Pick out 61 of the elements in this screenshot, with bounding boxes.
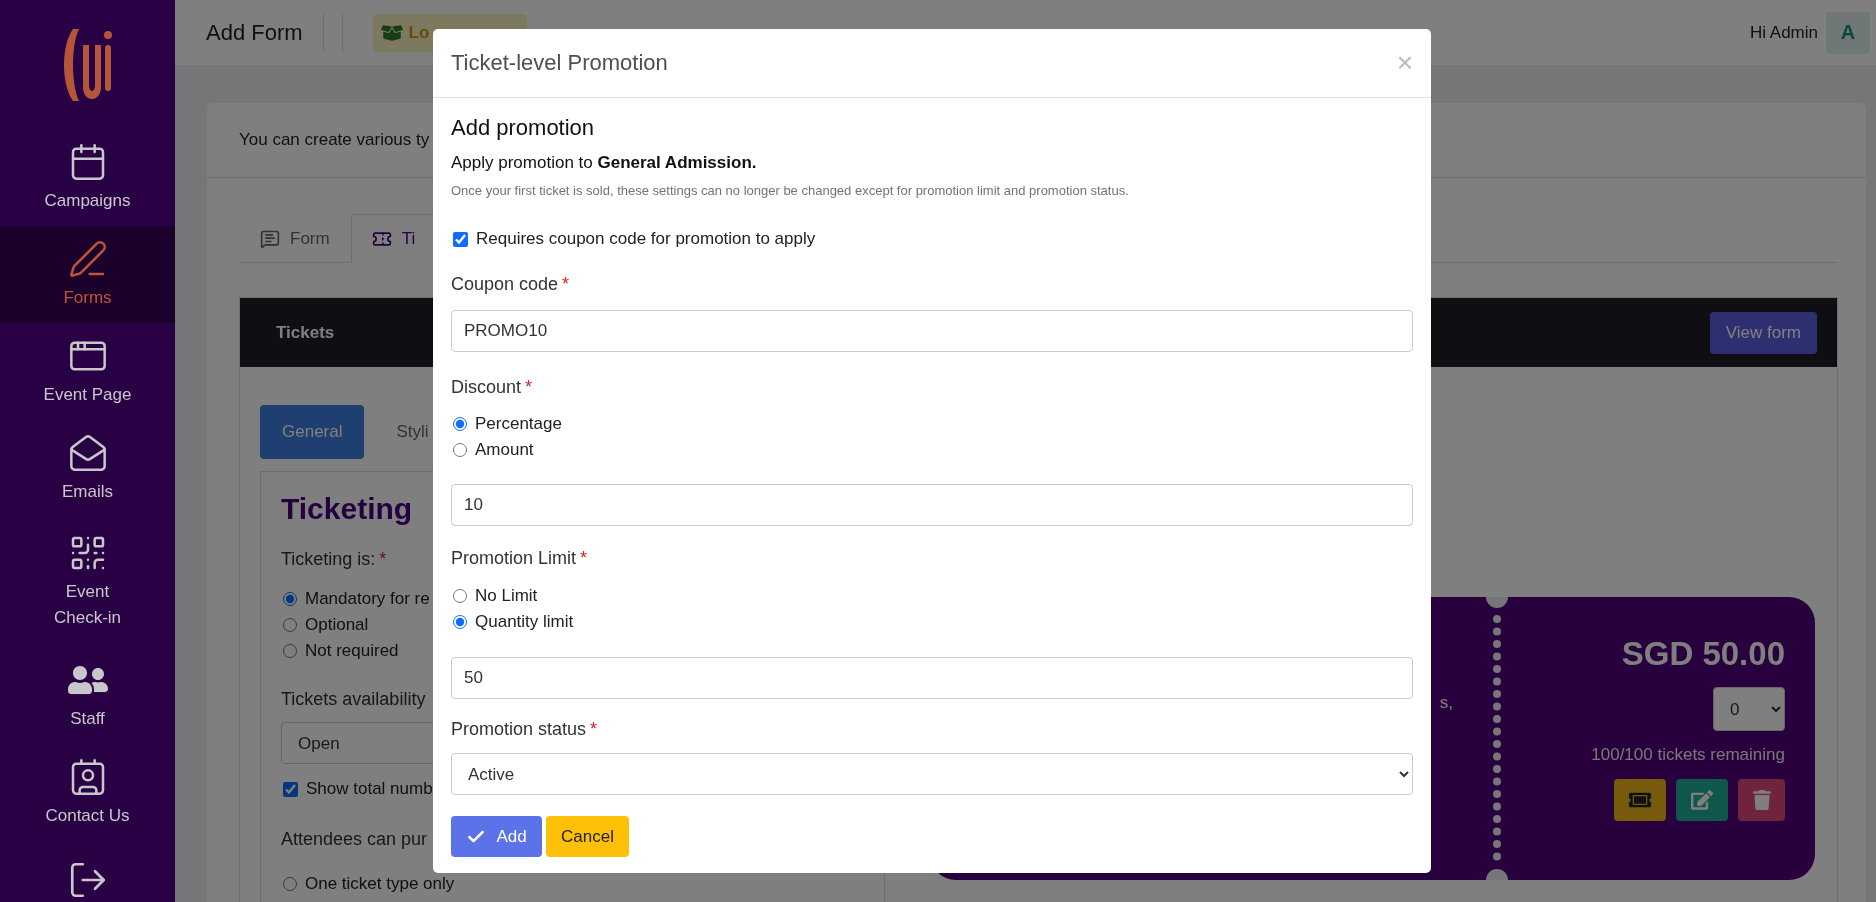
add-button[interactable]: Add <box>451 816 542 857</box>
intro-text: You can create various ty <box>239 130 430 150</box>
radio-button[interactable] <box>453 443 467 457</box>
option-label[interactable]: Mandatory for re <box>305 586 430 612</box>
radio-button[interactable] <box>453 615 467 629</box>
sidebar-item[interactable]: Campaigns <box>0 129 175 226</box>
sidebar-item[interactable]: Emails <box>0 420 175 517</box>
checkbox[interactable] <box>283 781 298 797</box>
ticket-description: s, <box>1439 693 1453 714</box>
option-label[interactable]: Percentage <box>475 411 562 437</box>
option-label[interactable]: Optional <box>305 612 369 638</box>
field-label: Attendees can pur <box>281 828 428 851</box>
status-select[interactable]: Active <box>451 753 1413 795</box>
panel-title: Tickets <box>276 322 335 343</box>
radio-button[interactable] <box>283 644 297 658</box>
field-label: Coupon code * <box>451 273 571 296</box>
settings-heading: Ticketing <box>281 492 413 526</box>
option-label[interactable]: One ticket type only <box>305 871 455 897</box>
sidebar-item[interactable]: Forms <box>0 226 175 323</box>
option-label[interactable]: No Limit <box>475 583 538 609</box>
limit-field[interactable]: 50 <box>451 657 1413 699</box>
quantity-select[interactable]: 0 <box>1713 687 1785 731</box>
sidebar-item[interactable]: Contact Us <box>0 744 175 841</box>
help-note: Once your first ticket is sold, these settings can no longer be changed except for promotion limit and promotion status. <box>451 182 1130 200</box>
sidebar-item[interactable]: Event Page <box>0 323 175 420</box>
delete-button[interactable] <box>1738 779 1785 821</box>
cancel-button[interactable]: Cancel <box>546 816 629 857</box>
dialog-title: Ticket-level Promotion <box>451 50 668 76</box>
ticket-button[interactable] <box>1614 779 1666 821</box>
sidebar-icon <box>67 432 108 473</box>
coupon-code-field[interactable]: PROMO10 <box>451 310 1413 352</box>
page-title: Add Form <box>206 19 303 46</box>
radio-button[interactable] <box>283 592 297 606</box>
option-label[interactable]: Quantity limit <box>475 609 574 635</box>
field-label: Discount * <box>451 376 534 399</box>
option-label[interactable]: Amount <box>475 437 534 463</box>
sidebar-item[interactable]: Staff <box>0 647 175 744</box>
trash-icon <box>1751 790 1772 810</box>
option-label[interactable]: Show total numb <box>306 776 433 802</box>
field-label: Ticketing is: * <box>281 548 387 571</box>
discount-field[interactable]: 10 <box>451 484 1413 526</box>
edit-button[interactable] <box>1676 779 1728 821</box>
checkbox[interactable] <box>453 231 468 247</box>
radio-button[interactable] <box>453 589 467 603</box>
field-label: Tickets availability <box>281 688 426 711</box>
tickets-remaining: 100/100 tickets remaining <box>1591 745 1785 765</box>
message-icon <box>260 229 280 249</box>
ticket-icon <box>371 229 392 249</box>
field-label: Promotion Limit * <box>451 547 589 570</box>
radio-button[interactable] <box>283 618 297 632</box>
radio-button[interactable] <box>453 417 467 431</box>
option-label[interactable]: Requires coupon code for promotion to apply <box>476 226 816 252</box>
section-heading: Add promotion <box>451 115 596 141</box>
greeting: Hi Admin <box>1749 22 1818 43</box>
option-label[interactable]: Not required <box>305 638 399 664</box>
radio-button[interactable] <box>283 877 297 891</box>
edit-icon <box>1691 789 1713 811</box>
ticket-price: SGD 50.00 <box>1621 635 1785 673</box>
apply-text: Apply promotion to General Admission. <box>451 152 758 174</box>
sidebar-item[interactable]: Event Check-in <box>0 517 175 647</box>
sidebar-icon <box>67 238 108 279</box>
